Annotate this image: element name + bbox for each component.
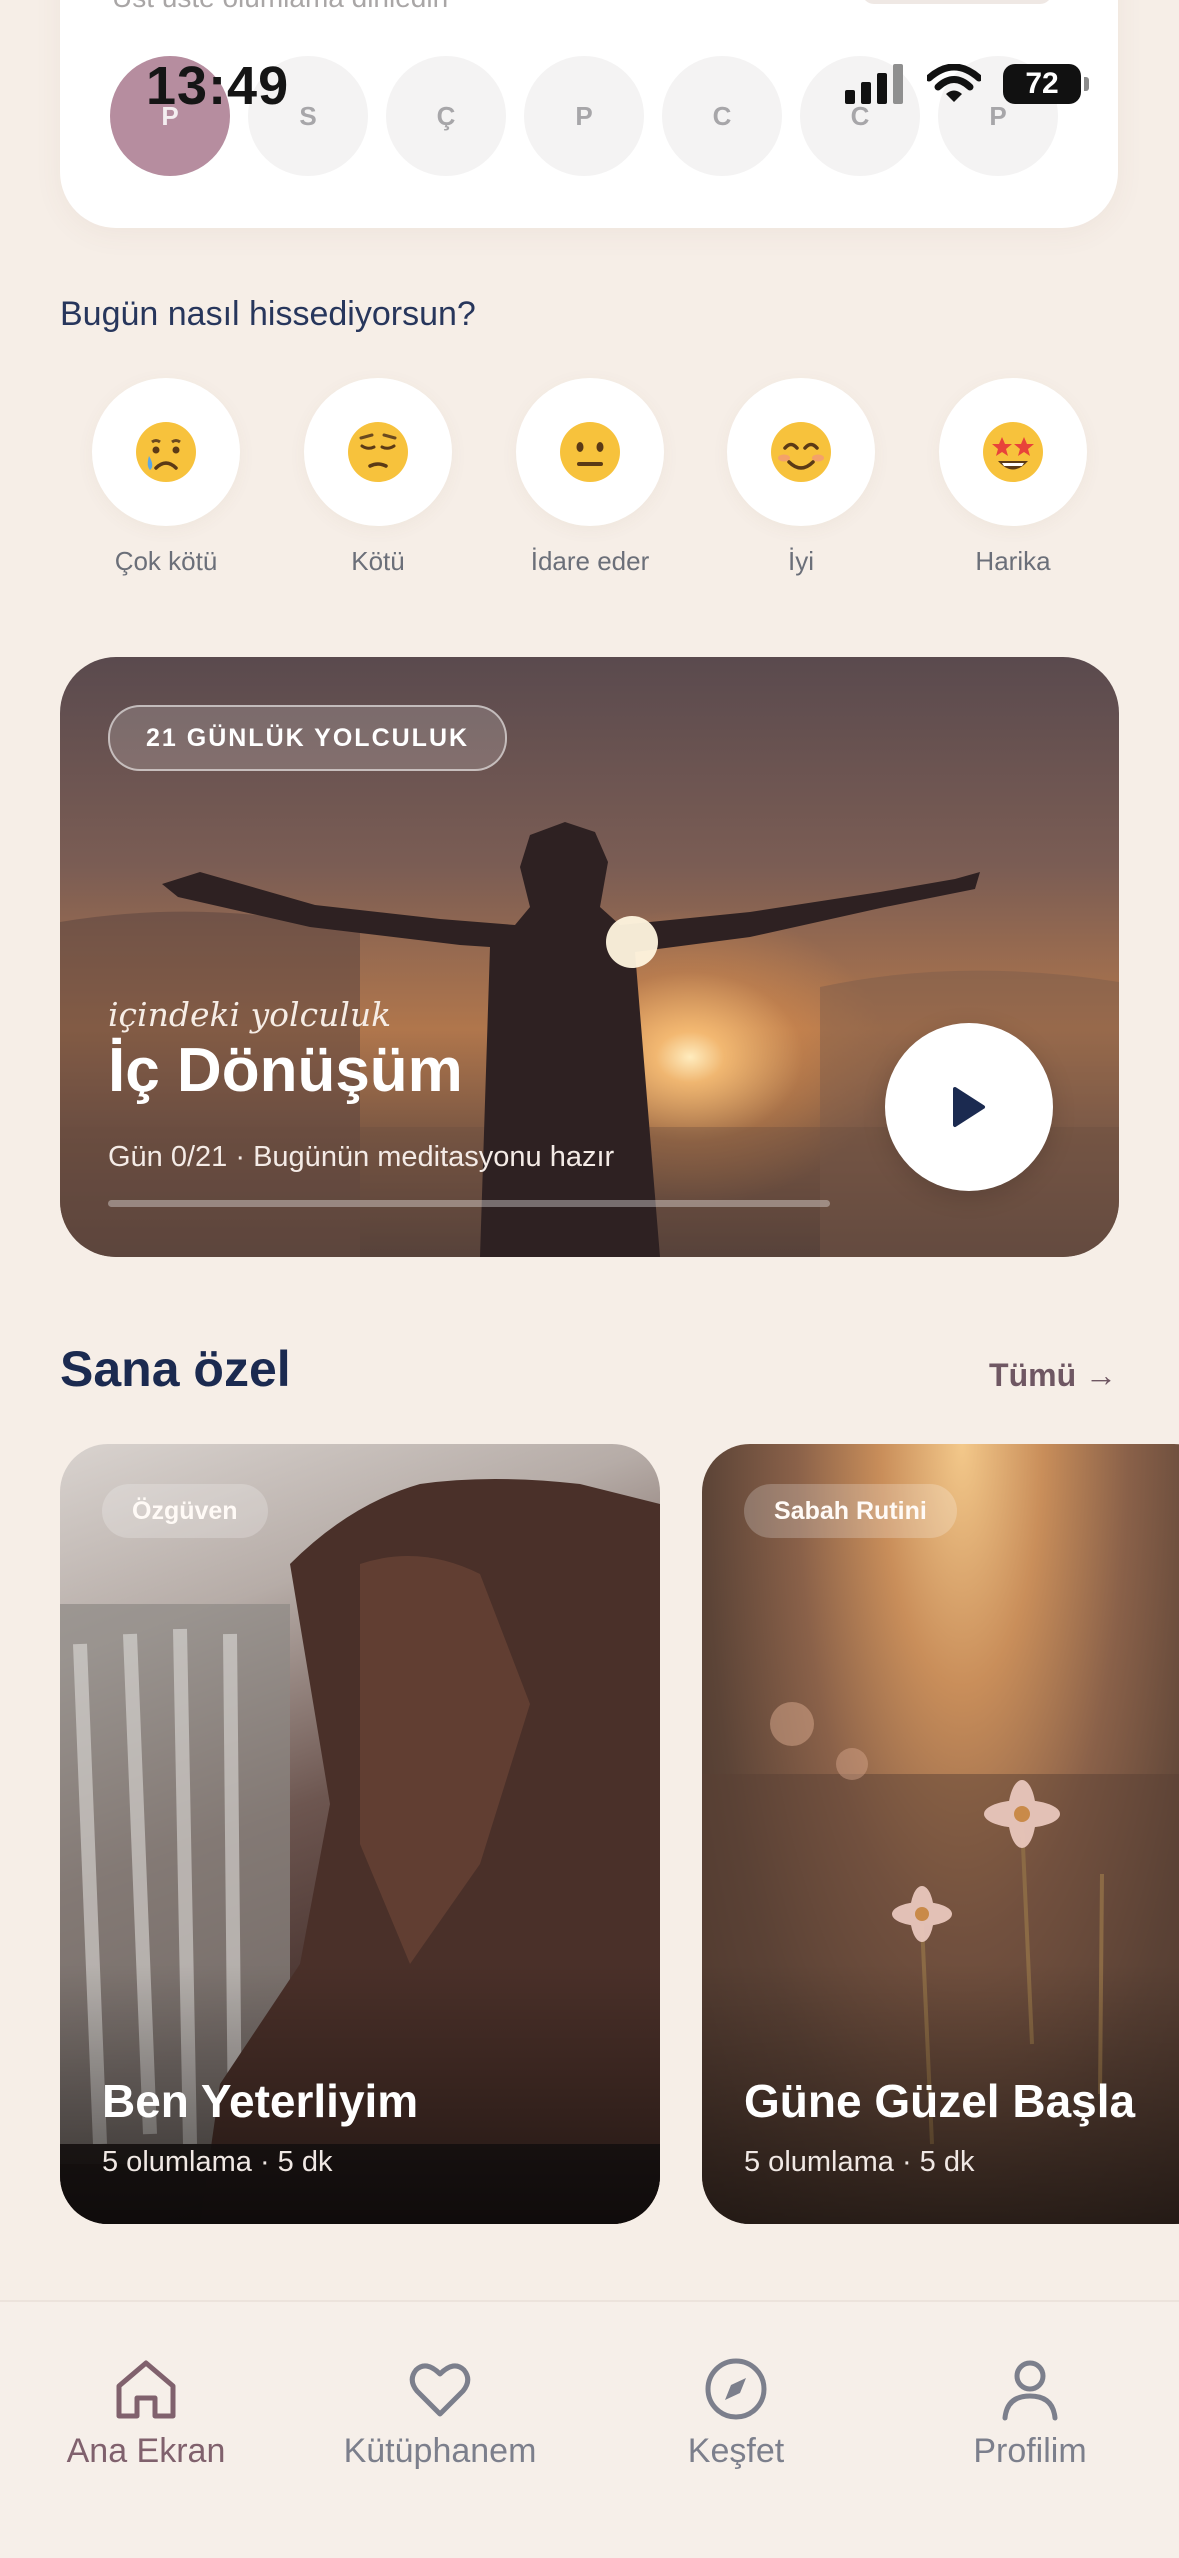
mood-label: Çok kötü [114, 546, 218, 576]
tab-label: Kütüphanem [343, 2432, 537, 2470]
mood-circle[interactable] [92, 378, 240, 526]
mood-question: Bugün nasıl hissediyorsun? [60, 295, 476, 333]
battery-indicator: 72 [1003, 64, 1089, 104]
card-title: Güne Güzel Başla [744, 2075, 1136, 2127]
affirmation-card[interactable]: Özgüven Ben Yeterliyim 5 olumlama · 5 dk [60, 1444, 660, 2224]
bottom-tab-bar: Ana Ekran Kütüphanem Keşfet Profilim [0, 2300, 1179, 2558]
tab-profile[interactable]: Profilim [900, 2354, 1160, 2471]
smiling-face-icon [771, 422, 831, 482]
play-icon [953, 1087, 985, 1127]
status-icons: 72 [845, 64, 1089, 104]
journey-progress-bar [108, 1200, 830, 1207]
day-circle-5[interactable]: C [662, 56, 782, 176]
mood-circle[interactable] [939, 378, 1087, 526]
tab-label: Profilim [973, 2432, 1087, 2470]
mood-option-great[interactable]: Harika [939, 378, 1087, 577]
mood-circle[interactable] [304, 378, 452, 526]
tab-label: Keşfet [687, 2432, 785, 2470]
day-circle-4[interactable]: P [524, 56, 644, 176]
card-meta: 5 olumlama · 5 dk [744, 2146, 975, 2178]
signal-icon [845, 64, 903, 104]
journey-script-subtitle: içindeki yolculuk [108, 995, 392, 1034]
week-hint-text: Üst üste olumlama dinledin [112, 0, 448, 14]
mood-circle[interactable] [516, 378, 664, 526]
card-meta: 5 olumlama · 5 dk [102, 2146, 333, 2178]
tab-library[interactable]: Kütüphanem [310, 2354, 570, 2471]
mood-option-very-bad[interactable]: Çok kötü [92, 378, 240, 577]
see-all-link[interactable]: Tümü → [989, 1357, 1117, 1394]
mood-label: Kötü [351, 546, 405, 576]
home-icon [116, 2360, 176, 2419]
journey-title: İç Dönüşüm [108, 1036, 463, 1105]
neutral-face-icon [560, 422, 620, 482]
card-title: Ben Yeterliyim [102, 2075, 419, 2127]
mood-option-okay[interactable]: İdare eder [516, 378, 664, 577]
card-tag: Sabah Rutini [744, 1484, 957, 1538]
section-title-for-you: Sana özel [60, 1341, 291, 1397]
pensive-face-icon [348, 422, 408, 482]
mood-circle[interactable] [727, 378, 875, 526]
compass-icon [705, 2358, 767, 2420]
card-tag: Özgüven [102, 1484, 268, 1538]
status-time: 13:49 [146, 56, 290, 116]
person-icon [1002, 2360, 1058, 2421]
week-hint-pill [862, 0, 1052, 4]
star-struck-face-icon [983, 422, 1043, 482]
play-button[interactable] [885, 1023, 1053, 1191]
mood-label: İdare eder [530, 546, 650, 576]
heart-icon [409, 2363, 471, 2417]
mood-option-bad[interactable]: Kötü [304, 378, 452, 577]
journey-hero-card[interactable]: 21 GÜNLÜK YOLCULUK içindeki yolculuk İç … [60, 657, 1119, 1257]
tab-home[interactable]: Ana Ekran [16, 2354, 276, 2471]
journey-progress-text: Gün 0/21 · Bugünün meditasyonu hazır [108, 1141, 615, 1173]
day-circle-3[interactable]: Ç [386, 56, 506, 176]
mood-option-good[interactable]: İyi [727, 378, 875, 577]
mood-label: İyi [788, 546, 814, 576]
tab-explore[interactable]: Keşfet [606, 2354, 866, 2471]
wifi-icon [927, 64, 981, 102]
mood-label: Harika [975, 546, 1051, 576]
tab-label: Ana Ekran [66, 2432, 226, 2470]
crying-face-icon [136, 422, 196, 482]
journey-badge: 21 GÜNLÜK YOLCULUK [108, 705, 508, 771]
affirmation-card[interactable]: Sabah Rutini Güne Güzel Başla 5 olumlama… [702, 1444, 1179, 2224]
